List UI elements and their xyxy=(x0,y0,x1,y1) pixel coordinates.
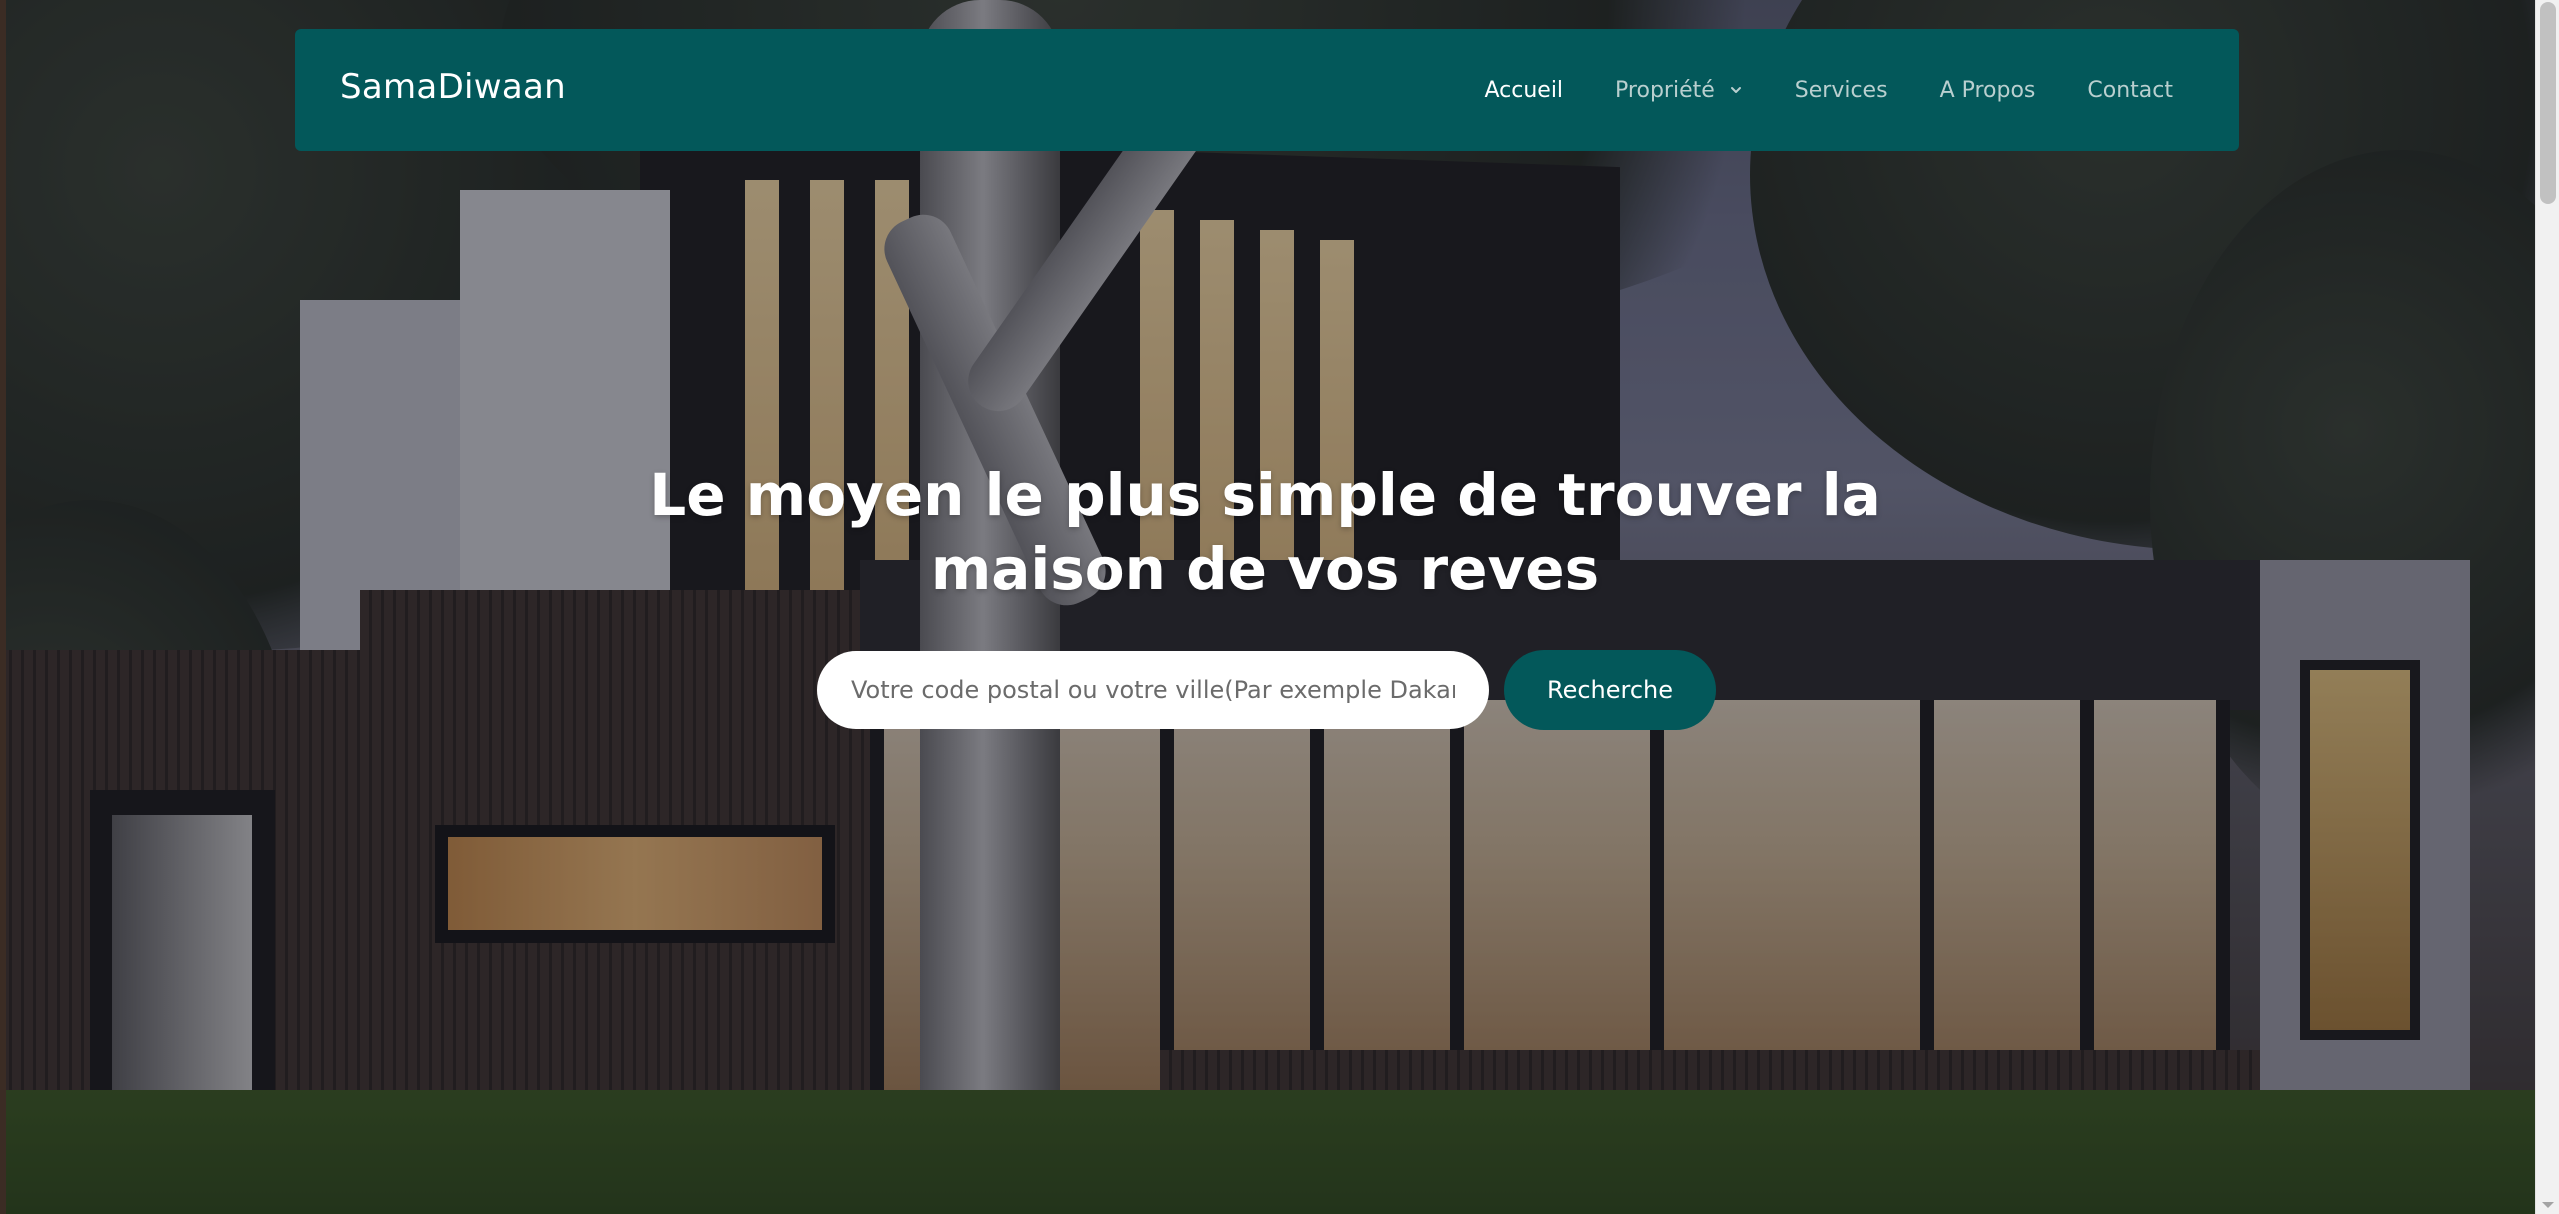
page-scrollbar[interactable] xyxy=(2535,0,2559,1214)
hero-background-image xyxy=(0,0,2535,1214)
brand-logo-link[interactable]: SamaDiwaan xyxy=(340,67,566,107)
navbar: SamaDiwaan Accueil Propriété Services A … xyxy=(295,29,2239,151)
search-form: Recherche xyxy=(817,650,1716,730)
scroll-down-arrow-icon[interactable] xyxy=(2542,1202,2554,1208)
nav-item-services[interactable]: Services xyxy=(1795,78,1888,103)
search-button[interactable]: Recherche xyxy=(1504,650,1716,730)
search-input[interactable] xyxy=(817,651,1489,729)
hero-title: Le moyen le plus simple de trouver la ma… xyxy=(649,461,1881,603)
nav-item-accueil[interactable]: Accueil xyxy=(1484,78,1563,103)
nav-links: Accueil Propriété Services A Propos Cont… xyxy=(1484,78,2173,103)
scrollbar-thumb[interactable] xyxy=(2540,2,2556,204)
nav-item-propriete[interactable]: Propriété xyxy=(1615,78,1743,103)
nav-item-contact[interactable]: Contact xyxy=(2087,78,2173,103)
page-viewport: SamaDiwaan Accueil Propriété Services A … xyxy=(0,0,2559,1214)
nav-item-propriete-label: Propriété xyxy=(1615,77,1715,103)
chevron-down-icon xyxy=(1730,87,1741,93)
nav-item-a-propos[interactable]: A Propos xyxy=(1940,78,2036,103)
